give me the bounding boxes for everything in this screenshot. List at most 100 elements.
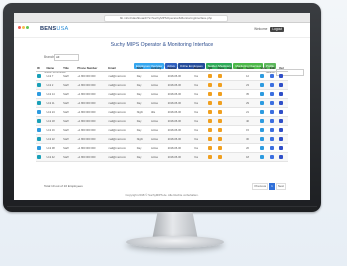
table-cell xyxy=(226,80,236,90)
edit-icon[interactable] xyxy=(269,101,274,105)
table-row[interactable]: Unit 42 Staff +1 800 000 000 mail@mail.com D… xyxy=(36,152,288,162)
table-row[interactable]: Unit 7 Staff +1 800 000 000 mail@mail.com Da… xyxy=(36,71,288,81)
delete-icon[interactable] xyxy=(279,119,284,123)
table-cell: Active xyxy=(150,125,167,135)
table-cell: 21 xyxy=(245,107,260,117)
edit-icon[interactable] xyxy=(269,119,274,123)
qr-icon[interactable] xyxy=(208,119,213,123)
pass-icon[interactable] xyxy=(217,110,222,114)
view-icon[interactable] xyxy=(260,101,265,105)
id-badge-icon[interactable] xyxy=(37,83,41,87)
table-row[interactable]: Unit 2 Staff +1 800 000 000 mail@mail.com Da… xyxy=(36,80,288,90)
view-icon[interactable] xyxy=(260,110,265,114)
qr-icon[interactable] xyxy=(208,155,213,159)
delete-icon[interactable] xyxy=(279,128,284,132)
table-row[interactable]: Unit 38 Staff +1 800 000 000 mail@mail.com D… xyxy=(36,143,288,153)
table-cell: Day xyxy=(135,125,151,135)
pass-icon[interactable] xyxy=(217,128,222,132)
edit-icon[interactable] xyxy=(269,155,274,159)
table-row[interactable]: Unit 14 Staff +1 800 000 000 mail@mail.com D… xyxy=(36,89,288,99)
qr-icon[interactable] xyxy=(208,83,213,87)
delete-icon[interactable] xyxy=(279,74,284,78)
pass-icon[interactable] xyxy=(217,92,222,96)
copyright: Copyright 2018 © SuchyMIPS.de. Alle Rech… xyxy=(125,193,199,197)
pager-1[interactable]: 1 xyxy=(269,183,275,190)
edit-icon[interactable] xyxy=(269,137,274,141)
table-cell xyxy=(207,152,217,162)
delete-icon[interactable] xyxy=(279,137,284,141)
id-badge-icon[interactable] xyxy=(37,110,41,114)
qr-icon[interactable] xyxy=(208,74,213,78)
delete-icon[interactable] xyxy=(279,146,284,150)
qr-icon[interactable] xyxy=(208,92,213,96)
table-cell: Unit 42 xyxy=(45,152,63,162)
table-cell: +1 800 000 000 xyxy=(76,125,108,135)
qr-icon[interactable] xyxy=(208,137,213,141)
pager-previous[interactable]: Previous xyxy=(252,183,269,190)
view-icon[interactable] xyxy=(260,146,265,150)
edit-icon[interactable] xyxy=(269,92,274,96)
table-cell xyxy=(36,134,46,144)
table-row[interactable]: Unit 16 Staff +1 800 000 000 mail@mail.com D… xyxy=(36,125,288,135)
view-icon[interactable] xyxy=(260,83,265,87)
table-cell: Yes xyxy=(192,89,208,99)
id-badge-icon[interactable] xyxy=(37,128,41,132)
logo[interactable]: BENSUSA xyxy=(40,26,68,32)
table-cell xyxy=(216,80,227,90)
logout-button[interactable]: Logout xyxy=(270,27,284,32)
pass-icon[interactable] xyxy=(217,74,222,78)
view-icon[interactable] xyxy=(260,74,265,78)
branch-select[interactable]: All xyxy=(54,54,79,61)
pass-icon[interactable] xyxy=(217,146,222,150)
delete-icon[interactable] xyxy=(279,83,284,87)
address-bar[interactable]: bb.mfs.lt/dashboard/?s=SuchyMPSOperator&… xyxy=(104,15,228,22)
id-badge-icon[interactable] xyxy=(37,155,41,159)
pager-next[interactable]: Next xyxy=(275,183,286,190)
qr-icon[interactable] xyxy=(208,146,213,150)
edit-icon[interactable] xyxy=(269,83,274,87)
view-icon[interactable] xyxy=(260,137,265,141)
delete-icon[interactable] xyxy=(279,110,284,114)
id-badge-icon[interactable] xyxy=(37,119,41,123)
table-cell: Idle xyxy=(150,107,167,117)
id-badge-icon[interactable] xyxy=(37,146,41,150)
table-cell: Unit 22 xyxy=(45,134,63,144)
delete-icon[interactable] xyxy=(279,155,284,159)
pass-icon[interactable] xyxy=(217,83,222,87)
table-row[interactable]: Unit 18 Staff +1 800 000 000 mail@mail.com D… xyxy=(36,116,288,126)
table-row[interactable]: Unit 22 Staff +1 800 000 000 mail@mail.com N… xyxy=(36,134,288,144)
table-cell xyxy=(226,89,236,99)
view-icon[interactable] xyxy=(260,92,265,96)
id-badge-icon[interactable] xyxy=(37,74,41,78)
table-cell: Day xyxy=(135,116,151,126)
table-cell: Active xyxy=(150,116,167,126)
view-icon[interactable] xyxy=(260,128,265,132)
qr-icon[interactable] xyxy=(208,128,213,132)
table-row[interactable]: Unit 24 Staff +1 800 000 000 mail@mail.com N… xyxy=(36,107,288,117)
delete-icon[interactable] xyxy=(279,92,284,96)
table-cell: Yes xyxy=(192,143,208,153)
edit-icon[interactable] xyxy=(269,74,274,78)
pass-icon[interactable] xyxy=(217,119,222,123)
table-cell xyxy=(226,116,236,126)
pass-icon[interactable] xyxy=(217,137,222,141)
filter-bar: Branch All Employees Overview Active Onlin… xyxy=(14,52,310,69)
edit-icon[interactable] xyxy=(269,110,274,114)
id-badge-icon[interactable] xyxy=(37,92,41,96)
edit-icon[interactable] xyxy=(269,128,274,132)
id-badge-icon[interactable] xyxy=(37,101,41,105)
qr-icon[interactable] xyxy=(208,101,213,105)
table-cell: Staff xyxy=(62,152,77,162)
table-cell: mail@mail.com xyxy=(107,80,136,90)
table-row[interactable]: Unit 11 Staff +1 800 000 000 mail@mail.com D… xyxy=(36,98,288,108)
table-cell xyxy=(36,80,46,90)
id-badge-icon[interactable] xyxy=(37,137,41,141)
qr-icon[interactable] xyxy=(208,110,213,114)
pass-icon[interactable] xyxy=(217,101,222,105)
pass-icon[interactable] xyxy=(217,155,222,159)
edit-icon[interactable] xyxy=(269,146,274,150)
view-icon[interactable] xyxy=(260,155,265,159)
table-cell xyxy=(226,134,236,144)
delete-icon[interactable] xyxy=(279,101,284,105)
view-icon[interactable] xyxy=(260,119,265,123)
